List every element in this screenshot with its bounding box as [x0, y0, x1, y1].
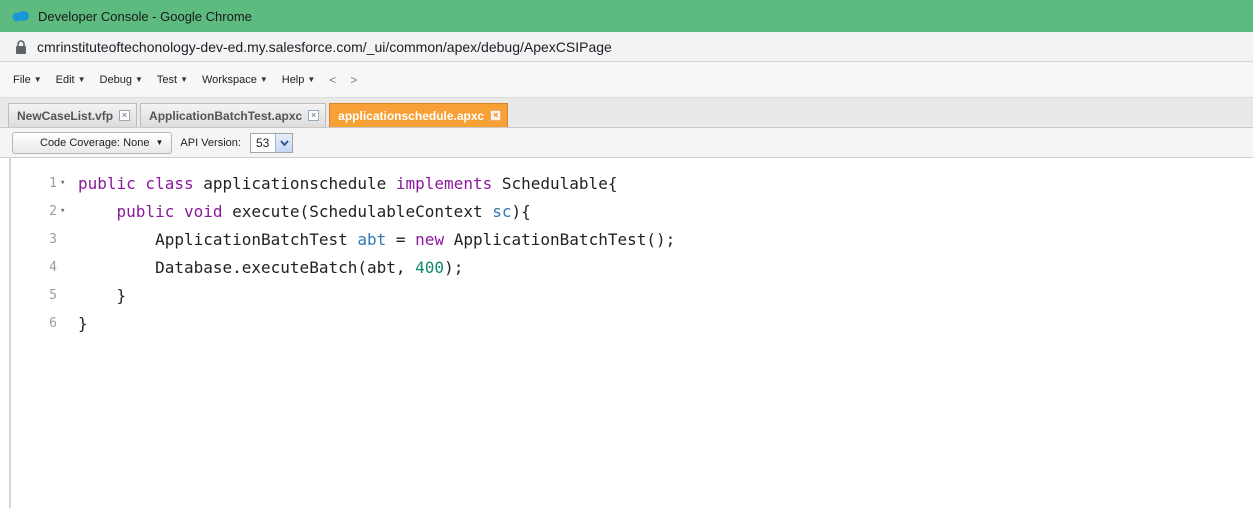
line-number-text: 5	[49, 287, 57, 303]
tab-applicationschedule[interactable]: applicationschedule.apxc ×	[329, 103, 509, 127]
code-token: ApplicationBatchTest	[78, 229, 358, 249]
menu-debug[interactable]: Debug ▼	[100, 74, 143, 86]
line-number: 1 ▾	[0, 169, 76, 197]
code-token: implements	[395, 173, 502, 193]
line-number-text: 6	[49, 315, 57, 331]
forward-button[interactable]: >	[350, 73, 357, 87]
code-line[interactable]: ApplicationBatchTest abt = new Applicati…	[78, 225, 675, 253]
menu-file[interactable]: File ▼	[13, 74, 42, 86]
api-version-label: API Version:	[180, 136, 241, 149]
line-number: 4	[0, 253, 76, 281]
line-number: 2 ▾	[0, 197, 76, 225]
code-line[interactable]: }	[78, 281, 127, 309]
line-number: 3	[0, 225, 76, 253]
menu-debug-label: Debug	[99, 73, 132, 86]
menu-test[interactable]: Test ▼	[157, 74, 188, 86]
address-bar[interactable]: cmrinstituteoftechonology-dev-ed.my.sale…	[0, 32, 1253, 62]
code-token: ){	[511, 201, 531, 221]
code-token: ApplicationBatchTest();	[453, 229, 676, 249]
code-line[interactable]: public class applicationschedule impleme…	[78, 169, 617, 197]
salesforce-cloud-icon	[12, 10, 29, 21]
caret-down-icon: ▼	[33, 75, 42, 84]
window-titlebar: Developer Console - Google Chrome	[0, 0, 1253, 32]
code-token: sc	[492, 201, 512, 221]
code-token: applicationschedule	[203, 173, 396, 193]
editor-tabs: NewCaseList.vfp × ApplicationBatchTest.a…	[0, 98, 1253, 128]
code-token: public void	[116, 201, 233, 221]
editor-toolbar: Code Coverage: None ▼ API Version: 53	[0, 128, 1253, 158]
menu-edit-label: Edit	[55, 73, 75, 86]
tab-label: NewCaseList.vfp	[17, 108, 114, 123]
code-token: }	[78, 313, 88, 333]
caret-down-icon: ▼	[180, 75, 188, 84]
lock-icon	[16, 39, 26, 54]
fold-arrow-icon[interactable]: ▾	[60, 206, 68, 216]
chevron-down-icon[interactable]	[275, 133, 293, 152]
menu-workspace-label: Workspace	[202, 73, 257, 86]
tab-label: ApplicationBatchTest.apxc	[149, 108, 303, 123]
code-token: Database.executeBatch(abt,	[78, 257, 416, 277]
menu-bar: File ▼ Edit ▼ Debug ▼ Test ▼ Workspace ▼ Help…	[0, 62, 1253, 98]
caret-down-icon: ▼	[77, 75, 86, 84]
menu-test-label: Test	[156, 73, 178, 86]
api-version-select[interactable]: 53	[249, 132, 294, 153]
caret-down-icon: ▼	[134, 75, 143, 84]
close-icon[interactable]: ×	[490, 110, 502, 121]
menu-file-label: File	[13, 73, 31, 86]
fold-arrow-icon[interactable]: ▾	[60, 178, 68, 188]
window-title: Developer Console - Google Chrome	[38, 8, 252, 24]
menu-workspace[interactable]: Workspace ▼	[202, 74, 268, 86]
menu-help[interactable]: Help ▼	[282, 74, 316, 86]
code-token: );	[444, 257, 464, 277]
code-token: Schedulable{	[501, 173, 618, 193]
close-icon[interactable]: ×	[308, 110, 320, 121]
code-token: new	[415, 229, 454, 249]
line-number-text: 2	[49, 203, 57, 219]
tab-newcaselist[interactable]: NewCaseList.vfp ×	[8, 103, 138, 127]
code-coverage-dropdown[interactable]: Code Coverage: None ▼	[12, 131, 173, 154]
caret-down-icon: ▼	[307, 75, 316, 84]
code-token: abt	[357, 229, 387, 249]
code-token: execute(SchedulableContext	[232, 201, 493, 221]
line-number-text: 4	[49, 259, 57, 275]
api-version-value: 53	[255, 135, 270, 150]
tab-label: applicationschedule.apxc	[338, 108, 485, 123]
close-icon[interactable]: ×	[119, 110, 131, 121]
line-number-text: 1	[49, 175, 57, 191]
caret-down-icon: ▼	[259, 75, 268, 84]
code-line[interactable]: Database.executeBatch(abt, 400);	[78, 253, 463, 281]
menu-edit[interactable]: Edit ▼	[56, 74, 86, 86]
code-token: 400	[415, 257, 445, 277]
code-line[interactable]: }	[78, 309, 88, 337]
line-number: 5	[0, 281, 76, 309]
code-coverage-label: Code Coverage: None	[40, 136, 150, 149]
line-number-text: 3	[49, 231, 57, 247]
code-token: public class	[78, 173, 204, 193]
back-button[interactable]: <	[329, 73, 336, 87]
code-token: }	[78, 285, 127, 305]
url-text[interactable]: cmrinstituteoftechonology-dev-ed.my.sale…	[37, 39, 612, 55]
menu-help-label: Help	[281, 73, 305, 86]
caret-down-icon: ▼	[155, 138, 164, 147]
tab-applicationbatchtest[interactable]: ApplicationBatchTest.apxc ×	[140, 103, 327, 127]
code-token: =	[386, 229, 416, 249]
code-line[interactable]: public void execute(SchedulableContext s…	[78, 197, 531, 225]
line-number: 6	[0, 309, 76, 337]
code-editor[interactable]: 1 ▾ 2 ▾ 3 4 5 6 public class applicationschedul…	[0, 158, 1253, 508]
